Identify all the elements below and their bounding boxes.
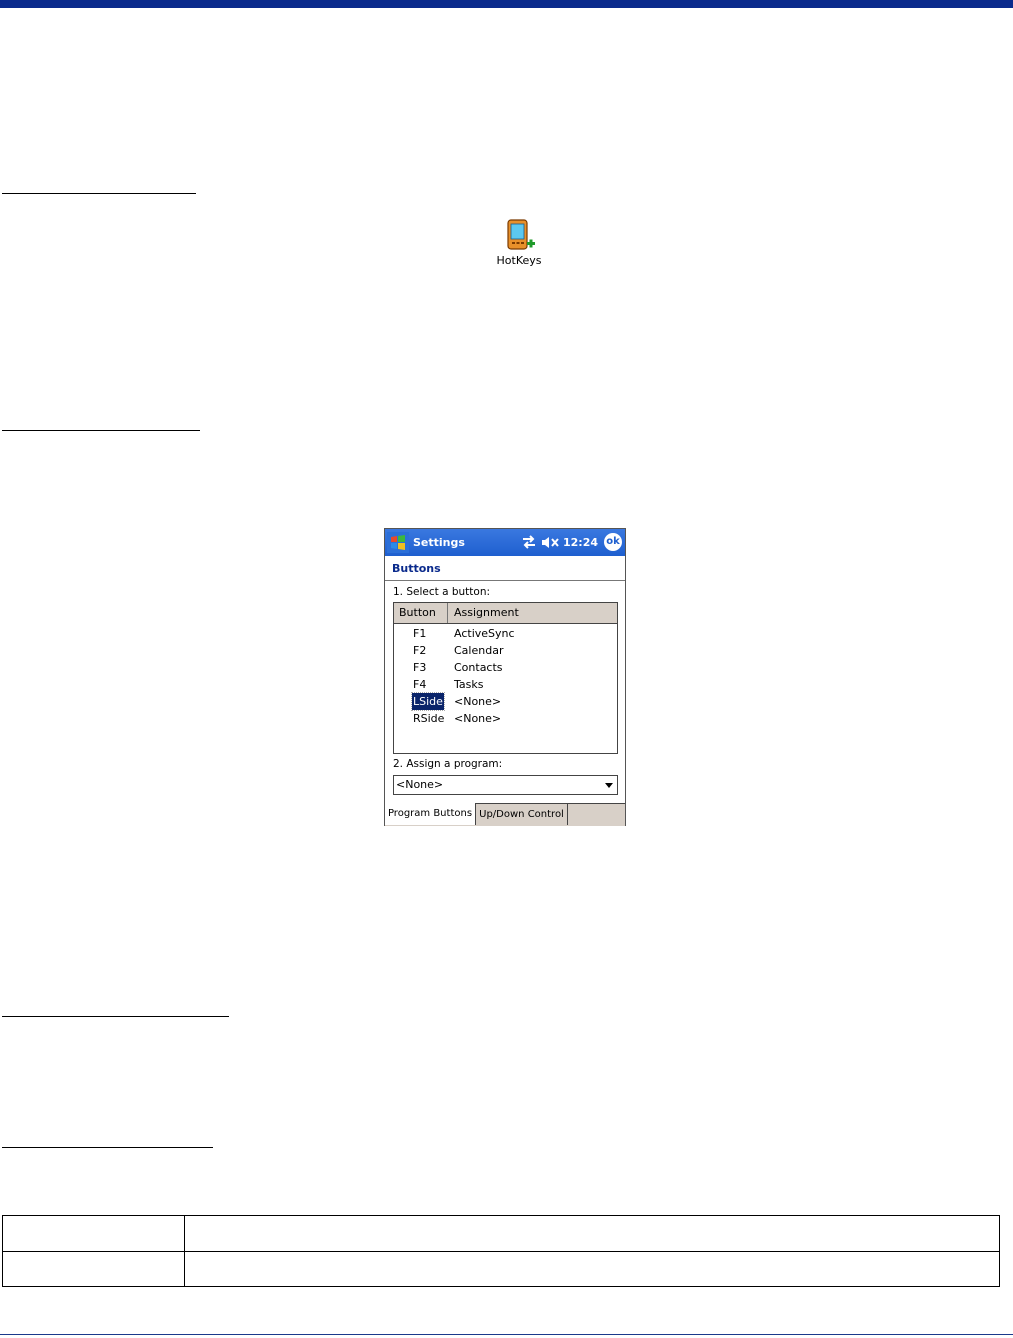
list-item[interactable]: F3 Contacts [394,659,617,676]
button-cell: F2 [413,644,427,657]
button-cell: F4 [413,678,427,691]
sync-arrows-icon[interactable] [521,535,537,549]
tab-up-down-control[interactable]: Up/Down Control [476,804,568,825]
assign-program-label: 2. Assign a program: [393,758,503,770]
ok-button[interactable]: ok [604,533,622,551]
app-title: Settings [413,536,465,549]
tab-program-buttons[interactable]: Program Buttons [385,803,476,825]
assignment-cell: Calendar [454,644,504,657]
section-rule-1 [2,193,196,194]
list-item-selected[interactable]: LSide <None> [394,692,617,711]
heading-divider [385,580,625,581]
program-dropdown[interactable]: <None> [393,775,618,795]
title-bar: Settings 12:24 ok [385,529,625,556]
assignment-cell: Contacts [454,661,503,674]
assignment-cell: <None> [454,712,502,725]
assignment-cell: Tasks [454,678,484,691]
program-dropdown-value: <None> [396,778,444,791]
list-item[interactable]: F1 ActiveSync [394,625,617,642]
windows-start-icon[interactable] [387,532,409,553]
document-top-bar [0,0,1013,8]
page-heading: Buttons [392,562,441,575]
hotkeys-shortcut[interactable]: HotKeys [490,218,548,274]
tab-strip: Program Buttons Up/Down Control [385,803,625,826]
button-cell: LSide [411,692,445,711]
select-button-label: 1. Select a button: [393,586,491,598]
list-item[interactable]: F4 Tasks [394,676,617,693]
empty-table [2,1215,1000,1287]
speaker-muted-icon[interactable] [541,536,561,549]
clock[interactable]: 12:24 [563,536,598,549]
button-list[interactable]: Button Assignment F1 ActiveSync F2 Calen… [393,602,618,754]
section-rule-2 [2,430,200,431]
section-rule-4 [2,1147,213,1148]
assignment-cell: <None> [454,695,502,708]
column-header-assignment[interactable]: Assignment [454,603,519,623]
document-bottom-line [0,1334,1013,1335]
button-cell: F1 [413,627,427,640]
list-header: Button Assignment [394,603,617,624]
column-header-button[interactable]: Button [394,603,448,623]
list-item[interactable]: F2 Calendar [394,642,617,659]
hotkeys-label: HotKeys [496,254,542,267]
table-column-divider [184,1216,185,1286]
section-rule-3 [2,1016,229,1017]
list-item[interactable]: RSide <None> [394,710,617,727]
table-row-divider [3,1251,999,1252]
assignment-cell: ActiveSync [454,627,515,640]
button-cell: RSide [413,712,445,725]
pocketpc-settings-screenshot: Settings 12:24 ok Buttons 1. Select a bu… [384,528,626,826]
button-cell: F3 [413,661,427,674]
dropdown-arrow-icon[interactable] [605,783,613,788]
device-plus-icon [507,219,535,250]
